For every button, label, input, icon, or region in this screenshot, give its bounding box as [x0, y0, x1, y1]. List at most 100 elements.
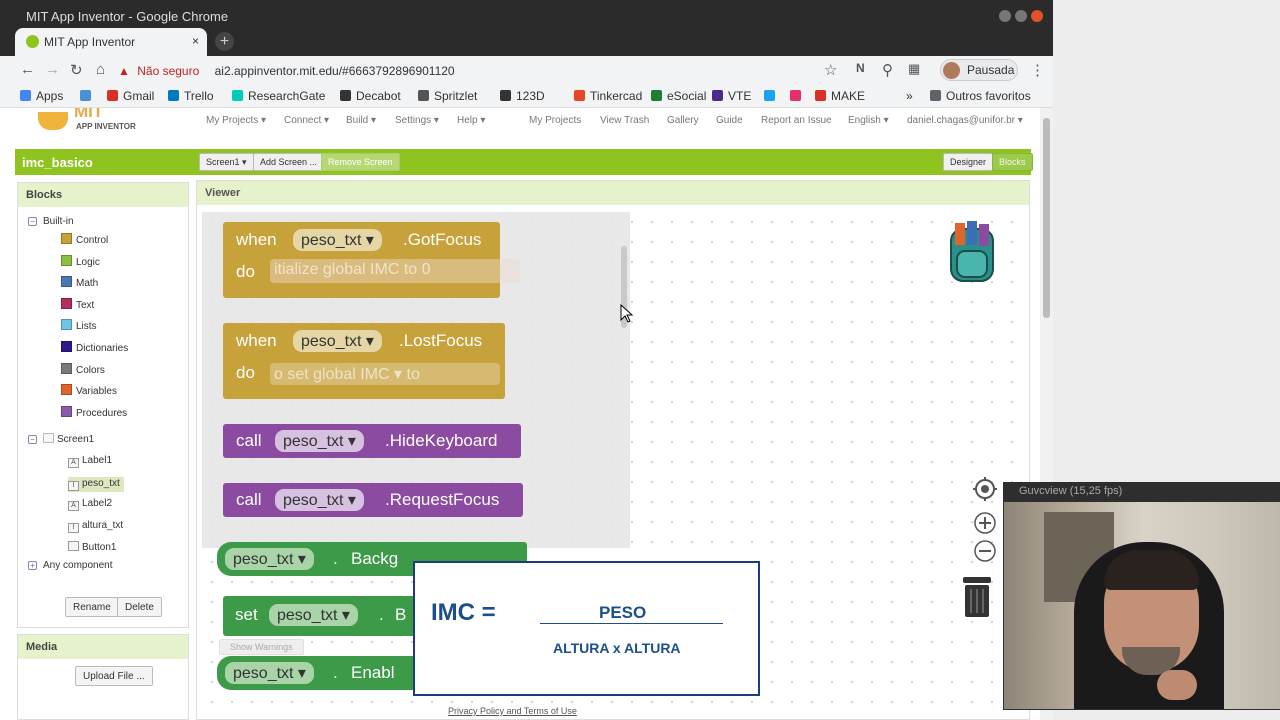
- center-target-icon[interactable]: [973, 477, 997, 501]
- designer-button[interactable]: Designer: [943, 153, 994, 171]
- main-menu-item[interactable]: Settings ▾: [395, 115, 439, 126]
- show-warnings-button[interactable]: Show Warnings: [219, 639, 304, 655]
- zoom-out-icon[interactable]: [973, 539, 997, 563]
- bookmark-star-icon[interactable]: ☆: [824, 61, 837, 79]
- user-menu-item[interactable]: Gallery: [667, 115, 699, 126]
- component-dropdown[interactable]: peso_txt ▾: [225, 662, 314, 684]
- remove-screen-button[interactable]: Remove Screen: [321, 153, 400, 171]
- any-component-node[interactable]: + Any component: [28, 560, 113, 571]
- extension-n-icon[interactable]: N: [856, 61, 865, 75]
- browser-tab[interactable]: MIT App Inventor ×: [15, 28, 207, 56]
- bookmark-icon: [168, 90, 179, 101]
- component-dropdown[interactable]: peso_txt ▾: [275, 489, 364, 511]
- trash-icon[interactable]: [961, 575, 993, 619]
- menu-kebab-icon[interactable]: ⋮: [1030, 61, 1045, 79]
- forward-arrow-icon[interactable]: →: [45, 61, 60, 78]
- app-inventor-logo[interactable]: MIT APP INVENTOR: [38, 108, 138, 138]
- component-item-altura-txt[interactable]: Ialtura_txt: [68, 520, 123, 533]
- builtin-category-math[interactable]: Math: [61, 276, 98, 289]
- component-dropdown[interactable]: peso_txt ▾: [293, 229, 382, 251]
- lostfocus-event-block[interactable]: when peso_txt ▾ .LostFocus do o set glob…: [223, 323, 505, 399]
- search-icon[interactable]: ⚲: [882, 61, 893, 79]
- blocks-button[interactable]: Blocks: [992, 153, 1033, 171]
- home-icon[interactable]: ⌂: [96, 61, 105, 78]
- bookmark-item[interactable]: Trello: [168, 89, 214, 103]
- user-menu-item[interactable]: Guide: [716, 115, 743, 126]
- builtin-category-colors[interactable]: Colors: [61, 362, 105, 376]
- bookmark-item[interactable]: Decabot: [340, 89, 401, 103]
- bookmark-item[interactable]: VTE: [712, 89, 751, 103]
- user-menu-item[interactable]: daniel.chagas@unifor.br ▾: [907, 115, 1023, 126]
- bookmark-item[interactable]: Tinkercad: [574, 89, 642, 103]
- component-dropdown[interactable]: peso_txt ▾: [225, 548, 314, 570]
- rename-button[interactable]: Rename: [65, 597, 119, 617]
- requestfocus-method-block[interactable]: call peso_txt ▾ .RequestFocus: [223, 483, 523, 517]
- main-menu-item[interactable]: My Projects ▾: [206, 115, 266, 126]
- component-dropdown[interactable]: peso_txt ▾: [293, 330, 382, 352]
- zoom-in-icon[interactable]: [973, 511, 997, 535]
- reload-icon[interactable]: ↻: [70, 61, 83, 79]
- bookmark-item[interactable]: 123D: [500, 89, 545, 103]
- collapse-icon[interactable]: −: [28, 435, 37, 444]
- main-menu-item[interactable]: Build ▾: [346, 115, 376, 126]
- profile-button[interactable]: Pausada: [940, 59, 1018, 81]
- bookmark-item[interactable]: Spritzlet: [418, 89, 477, 103]
- builtin-category-logic[interactable]: Logic: [61, 254, 100, 268]
- user-menu-item[interactable]: My Projects: [529, 115, 581, 126]
- bookmark-item[interactable]: eSocial: [651, 89, 706, 103]
- other-bookmarks-folder[interactable]: Outros favoritos: [930, 89, 1031, 103]
- close-window-button[interactable]: [1031, 10, 1043, 22]
- component-dropdown[interactable]: peso_txt ▾: [269, 604, 358, 626]
- builtin-category-text[interactable]: Text: [61, 297, 94, 311]
- bookmark-item[interactable]: [790, 89, 806, 103]
- backpack-icon[interactable]: [937, 221, 1011, 291]
- privacy-link[interactable]: Privacy Policy and Terms of Use: [448, 706, 577, 716]
- qr-extension-icon[interactable]: ▦: [908, 61, 920, 77]
- gotfocus-event-block[interactable]: when peso_txt ▾ .GotFocus do itialize gl…: [223, 222, 520, 298]
- screen1-node[interactable]: − Screen1: [28, 433, 94, 445]
- bookmark-item[interactable]: MAKE: [815, 89, 865, 103]
- builtin-category-procedures[interactable]: Procedures: [61, 405, 127, 419]
- main-menu-item[interactable]: Connect ▾: [284, 115, 329, 126]
- bookmark-item[interactable]: [80, 89, 96, 103]
- bookmark-item[interactable]: Apps: [20, 89, 63, 103]
- page-scrollbar-thumb[interactable]: [1043, 118, 1050, 318]
- component-item-label1[interactable]: A Label1: [68, 455, 112, 468]
- formula-denominator: ALTURA x ALTURA: [553, 640, 681, 656]
- more-bookmarks-chevron[interactable]: »: [906, 89, 913, 103]
- expand-icon[interactable]: +: [28, 561, 37, 570]
- user-menu-item[interactable]: View Trash: [600, 115, 649, 126]
- address-bar[interactable]: ▲ Não seguro ai2.appinventor.mit.edu/#66…: [118, 60, 850, 82]
- builtin-category-dictionaries[interactable]: Dictionaries: [61, 341, 128, 354]
- set-property-block[interactable]: set peso_txt ▾ . B: [223, 596, 423, 636]
- screen-select[interactable]: Screen1 ▾: [199, 153, 254, 171]
- add-screen-button[interactable]: Add Screen ...: [253, 153, 325, 171]
- collapse-icon[interactable]: −: [28, 217, 37, 226]
- builtin-category-lists[interactable]: Lists: [61, 319, 97, 332]
- delete-button[interactable]: Delete: [117, 597, 162, 617]
- bookmark-item[interactable]: ResearchGate: [232, 89, 325, 103]
- builtin-node[interactable]: − Built-in: [28, 216, 74, 227]
- tab-close-icon[interactable]: ×: [192, 34, 199, 48]
- component-item-label2[interactable]: A Label2: [68, 498, 112, 512]
- security-label[interactable]: Não seguro: [137, 64, 199, 78]
- new-tab-button[interactable]: +: [215, 32, 234, 51]
- any-component-label: Any component: [43, 560, 113, 571]
- hidekeyboard-method-block[interactable]: call peso_txt ▾ .HideKeyboard: [223, 424, 521, 458]
- upload-file-button[interactable]: Upload File ...: [75, 666, 153, 686]
- user-menu-item[interactable]: Report an Issue: [761, 115, 832, 126]
- component-dropdown[interactable]: peso_txt ▾: [275, 430, 364, 452]
- component-item-button1[interactable]: Button1: [68, 541, 116, 553]
- enabled-property-block[interactable]: peso_txt ▾ . Enabl: [217, 656, 417, 690]
- url-text[interactable]: ai2.appinventor.mit.edu/#666379289690112…: [215, 64, 455, 78]
- component-item-peso-txt[interactable]: Ipeso_txt: [68, 476, 124, 492]
- bookmark-item[interactable]: Gmail: [107, 89, 154, 103]
- main-menu-item[interactable]: Help ▾: [457, 115, 485, 126]
- maximize-button[interactable]: [1015, 10, 1027, 22]
- back-arrow-icon[interactable]: ←: [20, 61, 35, 78]
- builtin-category-control[interactable]: Control: [61, 233, 108, 246]
- builtin-category-variables[interactable]: Variables: [61, 384, 117, 397]
- minimize-button[interactable]: [999, 10, 1011, 22]
- bookmark-item[interactable]: [764, 89, 780, 103]
- user-menu-item[interactable]: English ▾: [848, 115, 889, 126]
